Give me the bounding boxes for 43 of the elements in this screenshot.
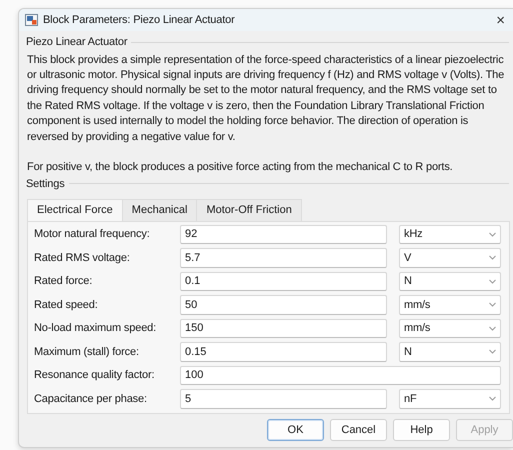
value-field[interactable]: 100 <box>180 366 501 386</box>
chevron-icon <box>489 326 496 331</box>
group-heading: Settings <box>26 176 65 192</box>
parameter-label: Motor natural frequency: <box>34 227 151 242</box>
dialog-button[interactable]: Help <box>393 419 450 441</box>
parameter-label: Capacitance per phase: <box>34 392 148 407</box>
dialog-button[interactable]: Cancel <box>330 419 387 441</box>
unit-dropdown[interactable]: mm/s <box>399 295 501 315</box>
value-field[interactable]: 5 <box>180 389 387 409</box>
chevron-icon <box>489 278 496 284</box>
close-button[interactable]: × <box>494 12 507 28</box>
tab[interactable]: Mechanical <box>122 199 198 221</box>
value-field[interactable]: 5.7 <box>180 248 387 268</box>
unit-dropdown[interactable]: nF <box>399 389 501 409</box>
value-field[interactable]: 0.15 <box>180 342 387 362</box>
chevron-icon <box>489 232 496 237</box>
unit-dropdown[interactable]: kHz <box>399 224 501 244</box>
block-icon <box>25 14 38 26</box>
chevron-icon <box>489 396 496 402</box>
parameter-label: No-load maximum speed: <box>34 321 158 336</box>
description-text: This block provides a simple representation of the force-speed characteristics of a linear piezoelectric or ultrasonic motor. Physical signal inputs are driving frequency f (Hz) and RMS voltage v (Volts). The driving frequency should normally be set to the motor natural frequency, and the RMS voltage set to the Rated RMS voltage. If the voltage v is zero, then the Foundation Library Translational Friction component is used internally to model the holding force behavior. The direction of operation is reversed by providing a negative value for v. <box>26 52 506 145</box>
parameter-label: Rated RMS voltage: <box>34 250 131 266</box>
tab[interactable]: Motor-Off Friction <box>197 199 302 221</box>
group-heading: Piezo Linear Actuator <box>26 35 128 50</box>
chevron-icon <box>489 255 496 260</box>
parameter-label: Resonance quality factor: <box>34 368 156 384</box>
parameter-label: Rated speed: <box>34 298 99 313</box>
dialog-button[interactable]: OK <box>267 419 324 441</box>
unit-dropdown[interactable]: N <box>399 342 501 362</box>
unit-dropdown[interactable]: V <box>399 248 501 268</box>
parameter-label: Rated force: <box>34 274 94 290</box>
value-field[interactable]: 0.1 <box>180 272 387 292</box>
parameter-label: Maximum (stall) force: <box>34 344 140 360</box>
unit-dropdown[interactable]: mm/s <box>399 318 501 338</box>
chevron-icon <box>489 302 496 308</box>
unit-dropdown[interactable]: N <box>399 272 501 292</box>
chevron-icon <box>489 349 496 354</box>
value-field[interactable]: 50 <box>180 295 387 315</box>
window-title: Block Parameters: Piezo Linear Actuator <box>43 12 235 28</box>
value-field[interactable]: 150 <box>180 318 387 338</box>
value-field[interactable]: 92 <box>180 224 387 244</box>
tab[interactable]: Electrical Force <box>27 199 123 221</box>
description-text: For positive v, the block produces a positive force acting from the mechanical C to R ports. <box>26 160 454 176</box>
